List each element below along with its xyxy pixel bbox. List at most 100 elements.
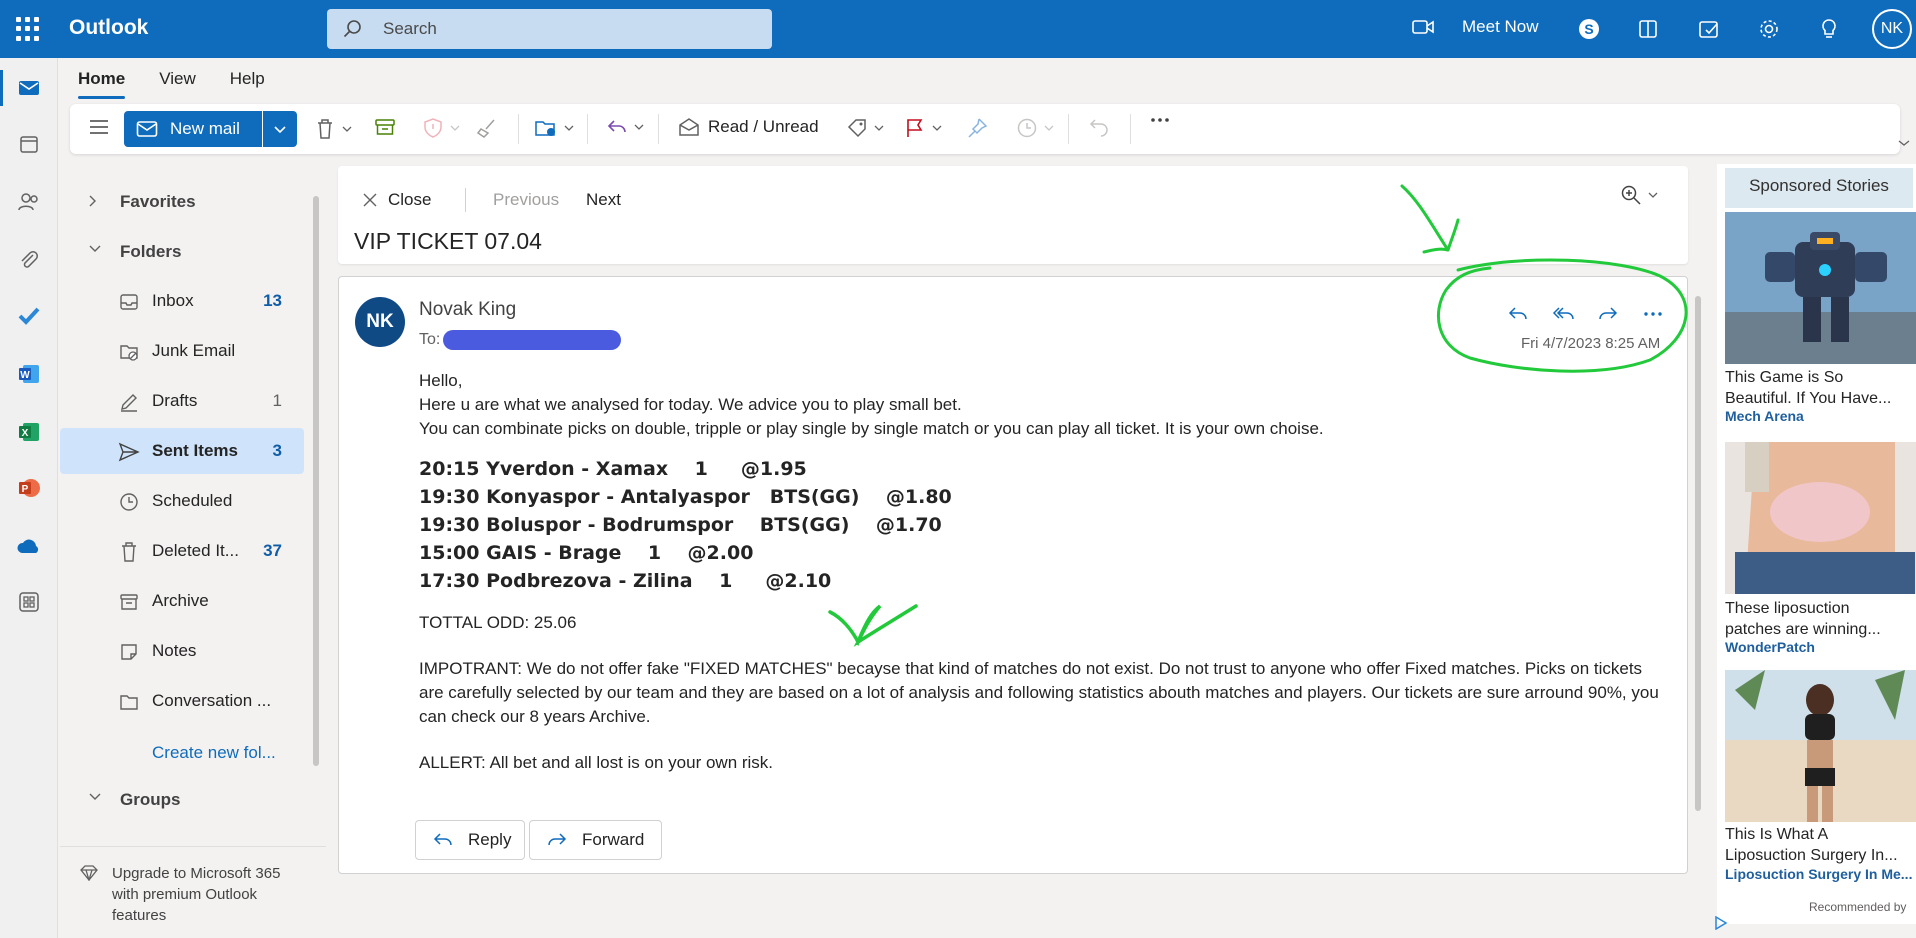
close-button[interactable]: Close [362, 190, 431, 210]
pick-line: 20:15 Yverdon - Xamax 1 @1.95 [419, 458, 807, 480]
office-icon[interactable] [1635, 16, 1661, 42]
move-to-button[interactable] [534, 117, 574, 139]
recipients-line: To: [419, 330, 622, 350]
previous-button[interactable]: Previous [493, 190, 559, 210]
search-input[interactable]: Search [327, 9, 772, 49]
next-button[interactable]: Next [586, 190, 621, 210]
folder-sent-items[interactable]: Sent Items 3 [60, 428, 304, 474]
more-apps-icon[interactable] [15, 588, 43, 616]
folder-archive[interactable]: Archive [60, 578, 304, 624]
todo-icon[interactable] [15, 302, 43, 330]
sender-name[interactable]: Novak King [419, 299, 516, 321]
reading-scrollbar[interactable] [1694, 280, 1702, 830]
sweep-button[interactable] [476, 117, 498, 139]
folder-deleted-items[interactable]: Deleted It... 37 [60, 528, 304, 574]
mail-icon[interactable] [15, 74, 43, 102]
report-button[interactable] [422, 117, 460, 139]
skype-icon[interactable]: S [1576, 16, 1602, 42]
folder-scrollbar[interactable] [313, 180, 319, 770]
folder-junk-email[interactable]: Junk Email [60, 328, 304, 374]
ad-title: These liposuction patches are winning... [1725, 600, 1881, 638]
calendar-icon[interactable] [15, 130, 43, 158]
folder-drafts[interactable]: Drafts 1 [60, 378, 304, 424]
word-icon[interactable]: W [15, 360, 43, 388]
app-title[interactable]: Outlook [69, 16, 148, 40]
ribbon-tabs: Home View Help [78, 66, 299, 99]
folder-scheduled[interactable]: Scheduled [60, 478, 304, 524]
groups-label: Groups [120, 790, 181, 809]
delete-button[interactable] [314, 117, 352, 141]
broom-icon [476, 119, 495, 138]
reply-icon[interactable] [1503, 299, 1533, 329]
app-rail: W X P [0, 58, 58, 938]
chevron-down-icon [634, 124, 644, 130]
lightbulb-icon[interactable] [1816, 16, 1842, 42]
chevron-down-icon [874, 125, 884, 131]
ribbon-collapse-chevron-icon[interactable] [1898, 139, 1910, 147]
excel-icon[interactable]: X [15, 418, 43, 446]
tab-help[interactable]: Help [230, 66, 265, 96]
adchoices-icon[interactable] [1714, 916, 1728, 930]
folder-label: Notes [152, 641, 197, 660]
folder-inbox[interactable]: Inbox 13 [60, 278, 304, 324]
archive-button[interactable] [374, 117, 396, 137]
more-actions-icon[interactable] [1638, 299, 1668, 329]
meet-now-button[interactable]: Meet Now [1412, 17, 1539, 37]
my-day-icon[interactable] [1696, 16, 1722, 42]
forward-icon[interactable] [1593, 299, 1623, 329]
forward-icon [548, 833, 567, 846]
snooze-button[interactable] [1016, 117, 1054, 139]
ad-title: This Is What A Liposuction Surgery In... [1725, 826, 1898, 864]
read-unread-label: Read / Unread [708, 117, 819, 136]
reply-dropdown-button[interactable] [606, 117, 644, 137]
ad-source: WonderPatch [1725, 639, 1815, 655]
upgrade-banner[interactable]: Upgrade to Microsoft 365 with premium Ou… [60, 846, 326, 938]
more-horizontal-icon [1151, 118, 1169, 122]
zoom-button[interactable] [1620, 184, 1658, 206]
send-icon [118, 441, 140, 463]
create-new-folder-link[interactable]: Create new fol... [152, 743, 276, 763]
separator [1130, 114, 1131, 144]
pick-line: 19:30 Boluspor - Bodrumspor BTS(GG) @1.7… [419, 514, 942, 536]
envelope-icon [136, 121, 158, 137]
folder-conversation-history[interactable]: Conversation ... [60, 678, 304, 724]
separator [587, 114, 588, 144]
settings-gear-icon[interactable] [1756, 16, 1782, 42]
message-body: Hello, Here u are what we analysed for t… [419, 369, 1659, 775]
ad-source: Liposuction Surgery In Me... [1725, 866, 1913, 882]
flag-button[interactable] [904, 117, 942, 139]
body-line: Here u are what we analysed for today. W… [419, 395, 962, 414]
chevron-down-icon [342, 126, 352, 132]
categorize-button[interactable] [846, 117, 884, 139]
undo-button[interactable] [1088, 117, 1110, 137]
more-options-button[interactable] [1150, 117, 1170, 123]
new-mail-main[interactable]: New mail [124, 111, 263, 147]
folder-notes[interactable]: Notes [60, 628, 304, 674]
read-unread-button[interactable]: Read / Unread [678, 117, 819, 137]
archive-icon [118, 591, 140, 613]
powerpoint-icon[interactable]: P [15, 474, 43, 502]
folder-icon [118, 691, 140, 713]
attachment-icon[interactable] [15, 246, 43, 274]
tab-home[interactable]: Home [78, 66, 126, 99]
new-mail-button[interactable]: New mail [124, 111, 297, 147]
hamburger-menu-icon[interactable] [88, 117, 110, 137]
folder-label: Sent Items [152, 441, 238, 460]
ads-header: Sponsored Stories [1725, 168, 1913, 208]
app-launcher-icon[interactable] [16, 17, 40, 41]
people-icon[interactable] [15, 188, 43, 216]
pin-button[interactable] [966, 117, 988, 139]
undo-icon [1089, 119, 1108, 137]
folder-count: 1 [272, 391, 282, 410]
trash-icon [118, 541, 140, 563]
reply-all-icon[interactable] [1548, 299, 1578, 329]
forward-button[interactable]: Forward [529, 820, 662, 860]
envelope-open-icon [679, 118, 699, 136]
new-mail-dropdown[interactable] [263, 111, 297, 147]
chevron-down-icon [450, 125, 460, 131]
onedrive-icon[interactable] [15, 532, 43, 560]
sender-avatar[interactable]: NK [355, 297, 405, 347]
account-avatar[interactable]: NK [1872, 9, 1912, 49]
reply-button[interactable]: Reply [415, 820, 525, 860]
tab-view[interactable]: View [159, 66, 196, 96]
